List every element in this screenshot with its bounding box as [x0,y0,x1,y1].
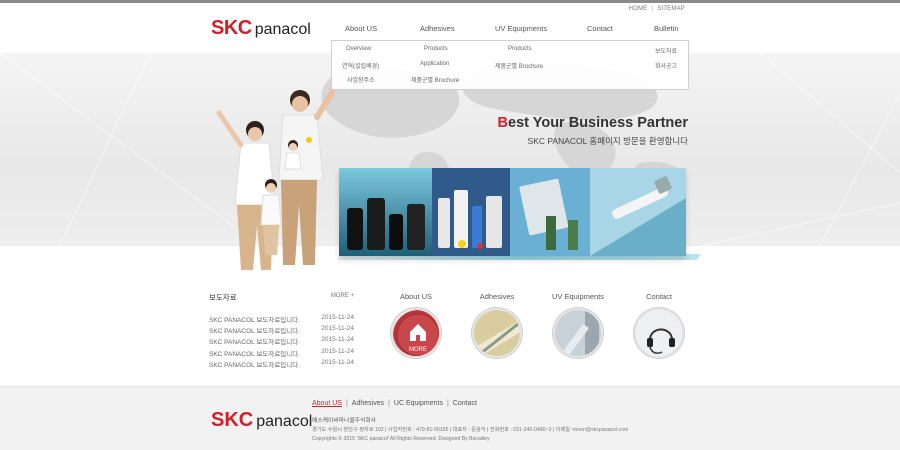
footer-nav-separator: | [388,400,390,407]
main-nav: About US Adhesives UV Equipments Contact… [320,24,695,36]
site-footer: SKC panacol About US | Adhesives | UC Equipm… [0,386,900,450]
hero-title-initial: B [497,115,509,131]
logo-name: panacol [254,21,311,38]
press-item-date: 2015-11-24 [321,358,354,366]
dd-adhesives-products[interactable]: Products [424,46,448,52]
footer-nav-uc-equipments[interactable]: UC Equipments [394,400,443,407]
dd-bulletin-notice[interactable]: 회사공고 [655,61,677,70]
dd-uv-products[interactable]: Products [508,46,532,52]
nav-dropdown-panel: Overview 연혁(설립배경) 사업장주소 Products Applica… [331,40,689,90]
utility-nav: HOME | SITEMAP [629,6,685,12]
footer-address: 경기도 수원시 장안구 정자로 102 | 사업자번호 : 479-81-001… [312,427,629,433]
family-photo [216,88,335,270]
home-link[interactable]: HOME [629,6,648,12]
dd-adhesives-brochure[interactable]: 제품군별 Brochure [411,75,459,84]
press-item-date: 2015-11-24 [321,325,354,333]
product-photo-cartridge [510,168,590,256]
adhesive-tape-icon [474,310,520,356]
quick-contact-button[interactable] [634,308,684,358]
list-item[interactable]: SKC PANACOL 보도자료입니다. 2015-11-24 [209,325,354,336]
footer-company-info: 에스케이씨파나콜주식회사 경기도 수원시 장안구 정자로 102 | 사업자번호… [312,417,628,444]
dd-about-history[interactable]: 연혁(설립배경) [342,61,379,70]
nav-contact[interactable]: Contact [587,24,613,33]
footer-nav-adhesives[interactable]: Adhesives [352,400,384,407]
product-photo-strip [339,168,686,256]
footer-company-name: 에스케이씨파나콜주식회사 [312,418,376,424]
quick-uv-button[interactable] [553,308,603,358]
nav-uv-equipments[interactable]: UV Equipments [495,24,547,33]
footer-nav-separator: | [345,400,348,407]
press-release-board: 보도자료 MORE + SKC PANACOL 보도자료입니다. 2015-11-… [209,292,354,370]
quick-about-us: About US MORE [376,292,456,358]
quick-adhesives-button[interactable] [472,308,522,358]
quick-uv-label: UV Equipments [551,292,605,301]
footer-nav-contact[interactable]: Contact [453,400,477,407]
product-photo-bottles-colored [432,168,510,256]
press-item-date: 2015-11-24 [321,336,354,344]
nav-bulletin[interactable]: Bulletin [654,24,679,33]
list-item[interactable]: SKC PANACOL 보도자료입니다. 2015-11-24 [209,359,354,370]
press-item-title: SKC PANACOL 보도자료입니다. [209,350,300,358]
hero-title-rest: est Your Business Partner [508,115,688,131]
home-icon: MORE [393,310,439,356]
press-item-title: SKC PANACOL 보도자료입니다. [209,317,300,324]
press-more-label: MORE [330,293,349,299]
product-photo-syringe [590,168,686,256]
footer-nav-about-us[interactable]: About US [312,400,342,407]
quick-contact: Contact [619,292,699,358]
press-item-title: SKC PANACOL 보도자료입니다. [209,339,300,347]
quick-uv-equipments: UV Equipments [538,292,618,358]
utility-separator: | [651,6,654,12]
sitemap-link[interactable]: SITEMAP [657,6,685,12]
quick-adhesives-label: Adhesives [479,292,515,301]
nav-about-us[interactable]: About US [345,24,377,33]
logo-brand: SKC [211,17,252,39]
list-item[interactable]: SKC PANACOL 보도자료입니다. 2015-11-24 [209,336,354,347]
list-item[interactable]: SKC PANACOL 보도자료입니다. 2015-11-24 [209,348,354,359]
press-item-title: SKC PANACOL 보도자료입니다. [209,328,300,336]
quick-adhesives: Adhesives [457,292,537,358]
quick-contact-label: Contact [646,292,672,301]
footer-logo[interactable]: SKC panacol [211,409,312,432]
press-list: SKC PANACOL 보도자료입니다. 2015-11-24 SKC PANAC… [209,314,354,370]
product-photo-bottles-dark [339,168,432,256]
quick-about-button[interactable]: MORE [391,308,441,358]
site-logo[interactable]: SKC panacol [211,17,311,40]
top-bar [0,0,900,3]
press-more-link[interactable]: MORE + [331,293,354,299]
plus-icon: + [350,293,354,299]
headset-icon [636,310,682,356]
dd-uv-brochure[interactable]: 제품군별 Brochure [495,61,543,70]
dd-about-overview[interactable]: Overview [346,46,371,52]
quick-about-label: About US [399,292,433,301]
quick-about-badge: MORE [409,347,427,353]
footer-logo-brand: SKC [211,409,254,431]
press-item-title: SKC PANACOL 보도자료입니다. [209,361,300,369]
footer-nav: About US | Adhesives | UC Equipments | Contact [312,400,477,407]
hero-headline: Best Your Business Partner SKC PANACOL 홈… [498,115,688,147]
hero-title: Best Your Business Partner [498,115,688,131]
nav-adhesives[interactable]: Adhesives [420,24,455,33]
footer-nav-separator: | [446,400,449,407]
footer-copyright: Copyrights © 2015 'SKC panacol' All Righ… [312,436,490,442]
footer-logo-name: panacol [256,413,313,430]
press-item-date: 2015-11-24 [321,314,354,321]
list-item[interactable]: SKC PANACOL 보도자료입니다. 2015-11-24 [209,314,354,325]
hero-subtitle: SKC PANACOL 홈페이지 방문을 환영합니다 [527,136,688,146]
dd-about-address[interactable]: 사업장주소 [347,75,375,84]
dd-adhesives-application[interactable]: Application [420,61,449,67]
uv-lamp-icon [555,310,601,356]
dd-bulletin-press[interactable]: 보도자료 [655,46,677,55]
press-item-date: 2015-11-24 [321,347,354,355]
